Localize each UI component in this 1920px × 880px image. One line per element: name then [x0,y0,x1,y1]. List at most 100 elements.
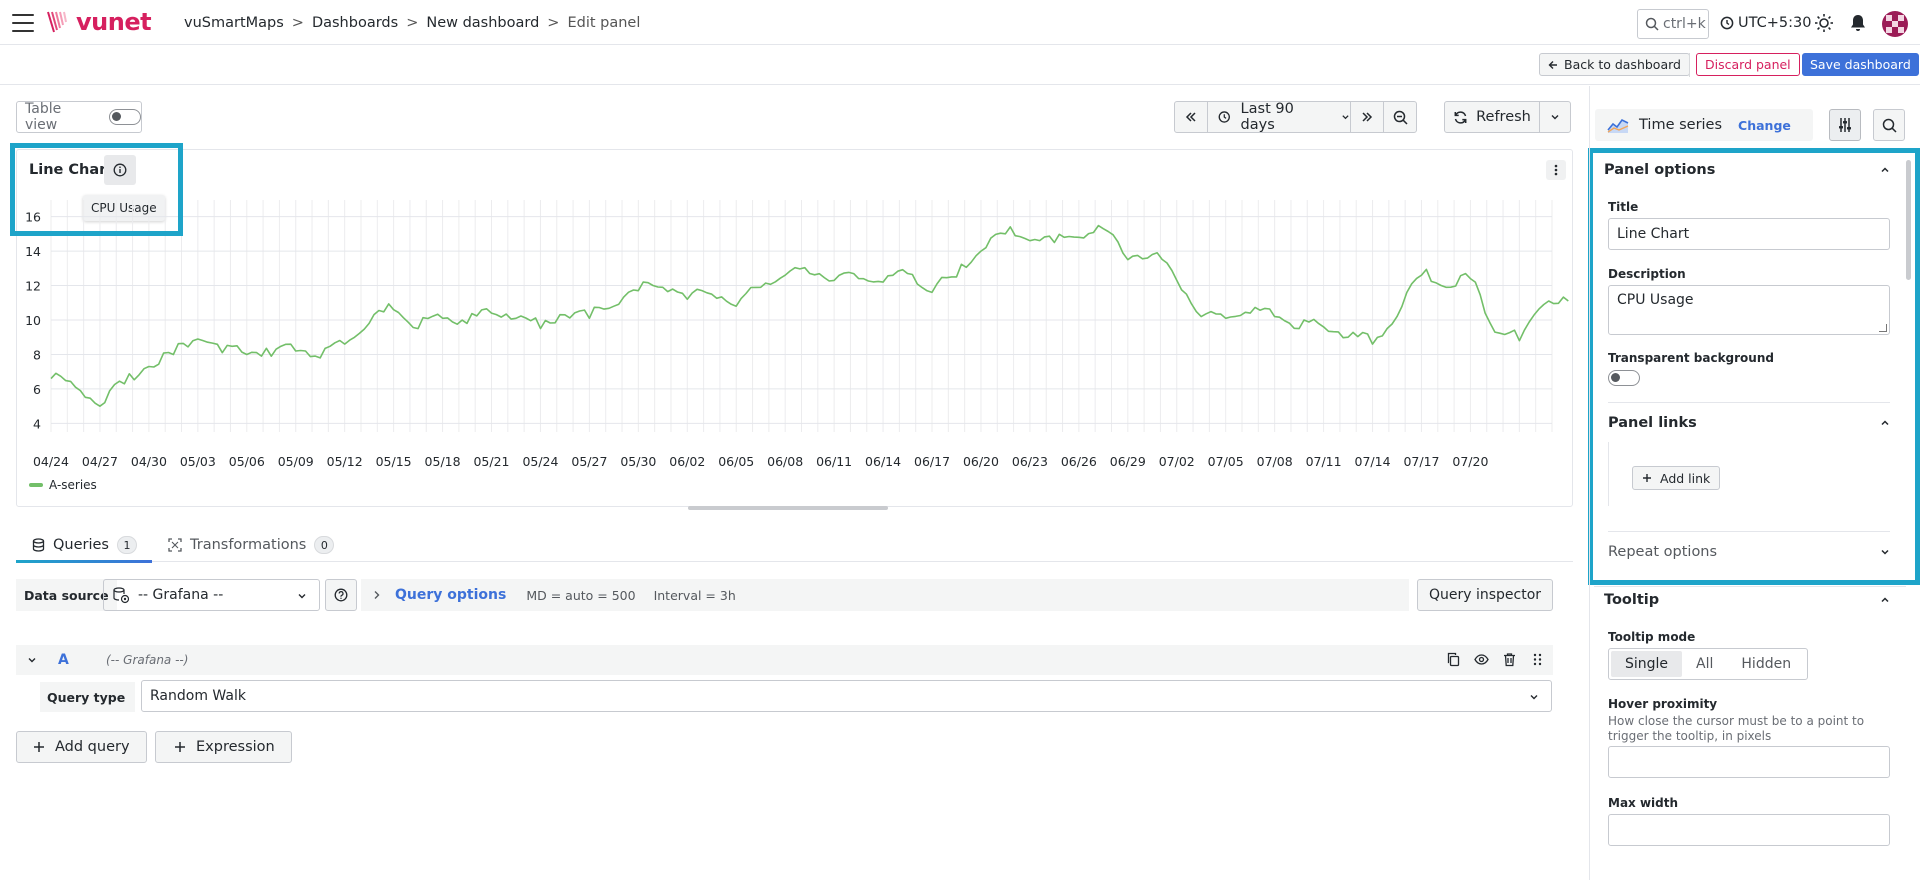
collapse-chevron-icon[interactable] [27,655,37,665]
options-pane: Panel options Title Line Chart Descripti… [1594,150,1906,880]
query-options-row: Data source -- Grafana -- Query options … [16,579,1553,611]
options-settings-button[interactable] [1829,109,1861,141]
description-value: CPU Usage [1617,292,1694,308]
breadcrumb-separator: > [291,15,304,31]
tooltip-mode-all[interactable]: All [1682,651,1727,677]
query-type-value: Random Walk [150,688,246,704]
line-chart[interactable]: 4681012141604/24 04/27 04/30 05/03 05/06 05/0… [17,150,1572,470]
save-dashboard-button[interactable]: Save dashboard [1802,53,1919,76]
title-field-label: Title [1608,200,1639,214]
breadcrumb-item[interactable]: Dashboards [312,15,398,31]
menu-icon[interactable] [12,14,34,32]
eye-icon[interactable] [1474,652,1489,667]
avatar[interactable] [1882,11,1908,37]
y-tick-label: 6 [33,382,41,397]
time-shift-back-button[interactable] [1174,101,1208,133]
refresh-interval-dropdown[interactable] [1539,101,1571,133]
x-tick-label: 06/08 [767,454,803,469]
max-width-input[interactable] [1608,814,1890,846]
change-visualization-link[interactable]: Change [1738,118,1791,133]
title-input[interactable]: Line Chart [1608,218,1890,250]
transform-icon [168,538,182,552]
table-view-toggle[interactable]: Table view [16,101,142,133]
timezone-display[interactable]: UTC+5:30 [1720,15,1811,31]
chevrons-left-icon [1185,112,1196,122]
add-expression-button[interactable]: Expression [155,731,292,763]
add-link-button[interactable]: Add link [1632,466,1721,490]
query-options-toggle[interactable]: Query options MD = auto = 500 Interval =… [361,579,1409,611]
tab-queries-label: Queries [53,537,109,553]
search-options-button[interactable] [1873,109,1905,141]
table-view-switch[interactable] [109,109,141,125]
add-link-label: Add link [1660,470,1711,486]
panel-links-header[interactable]: Panel links [1608,415,1890,431]
panel-resize-handle[interactable] [688,506,888,510]
x-tick-label: 06/17 [914,454,950,469]
pane-splitter[interactable] [1589,86,1590,880]
data-source-label: Data source [16,579,117,611]
zoom-out-button[interactable] [1383,101,1417,133]
options-scrollbar[interactable] [1906,160,1911,280]
database-icon [32,538,45,552]
tab-transformations[interactable]: Transformations 0 [168,528,335,562]
visualization-picker[interactable]: Time series Change [1595,109,1813,141]
tooltip-header[interactable]: Tooltip [1604,592,1890,608]
repeat-options-header[interactable]: Repeat options [1608,544,1890,560]
edit-toolbar: Back to dashboard Discard panel Save das… [0,45,1920,85]
refresh-button[interactable]: Refresh [1444,101,1540,133]
back-to-dashboard-button[interactable]: Back to dashboard [1539,53,1690,76]
tooltip-title: Tooltip [1604,592,1660,608]
clock-icon [1720,16,1734,30]
search-button[interactable]: ctrl+k [1637,9,1709,39]
breadcrumb-item[interactable]: New dashboard [426,15,539,31]
panel-options-header[interactable]: Panel options [1604,162,1890,178]
drag-handle-icon[interactable] [1530,652,1545,667]
refresh-icon [1454,110,1467,124]
x-tick-label: 07/08 [1257,454,1293,469]
x-tick-label: 05/15 [376,454,412,469]
tooltip-mode-hidden[interactable]: Hidden [1727,651,1805,677]
transparent-background-switch[interactable] [1608,370,1640,386]
x-tick-label: 05/30 [620,454,656,469]
discard-panel-button[interactable]: Discard panel [1696,53,1800,76]
transformations-count-badge: 0 [314,536,335,554]
vunet-logo[interactable]: vunet [46,10,152,34]
data-source-help-button[interactable] [325,579,357,611]
chevrons-right-icon [1362,112,1373,122]
add-query-button[interactable]: Add query [16,731,147,763]
y-tick-label: 10 [25,313,41,328]
time-shift-forward-button[interactable] [1350,101,1384,133]
zoom-out-icon [1393,110,1408,125]
hover-proximity-input[interactable] [1608,746,1890,778]
x-tick-label: 06/29 [1110,454,1146,469]
query-type-select[interactable]: Random Walk [141,680,1552,712]
plus-icon [175,742,185,752]
panel-preview: Line Chart CPU Usage 4 6 8 10 12 14 16 04/24 04/… [16,149,1573,507]
duplicate-icon[interactable] [1446,652,1461,667]
toolbar-divider [1689,53,1690,77]
y-tick-label: 8 [33,347,41,362]
theme-sun-icon[interactable] [1814,13,1834,33]
time-range-picker[interactable]: Last 90 days [1207,101,1351,133]
description-textarea[interactable]: CPU Usage [1608,285,1890,335]
timezone-label: UTC+5:30 [1738,15,1812,31]
data-source-value: -- Grafana -- [138,587,224,603]
help-circle-icon [334,588,348,602]
query-inspector-button[interactable]: Query inspector [1417,579,1553,611]
panel-options-title: Panel options [1604,162,1716,178]
x-tick-label: 05/09 [278,454,314,469]
x-tick-label: 05/24 [522,454,558,469]
query-letter[interactable]: A [58,652,69,668]
chart-legend[interactable]: A-series [29,478,97,492]
tab-queries[interactable]: Queries 1 [16,528,152,563]
query-a-header[interactable]: A (-- Grafana --) [16,645,1553,675]
bell-icon[interactable] [1848,13,1868,33]
breadcrumb-item[interactable]: vuSmartMaps [184,15,284,31]
resize-grip-icon[interactable] [1879,324,1887,332]
chevron-down-icon [1881,549,1889,555]
max-datapoints-text: MD = auto = 500 [526,587,636,603]
trash-icon[interactable] [1502,652,1517,667]
data-source-select[interactable]: -- Grafana -- [103,579,320,611]
tooltip-mode-single[interactable]: Single [1611,651,1683,677]
description-field-label: Description [1608,267,1686,281]
